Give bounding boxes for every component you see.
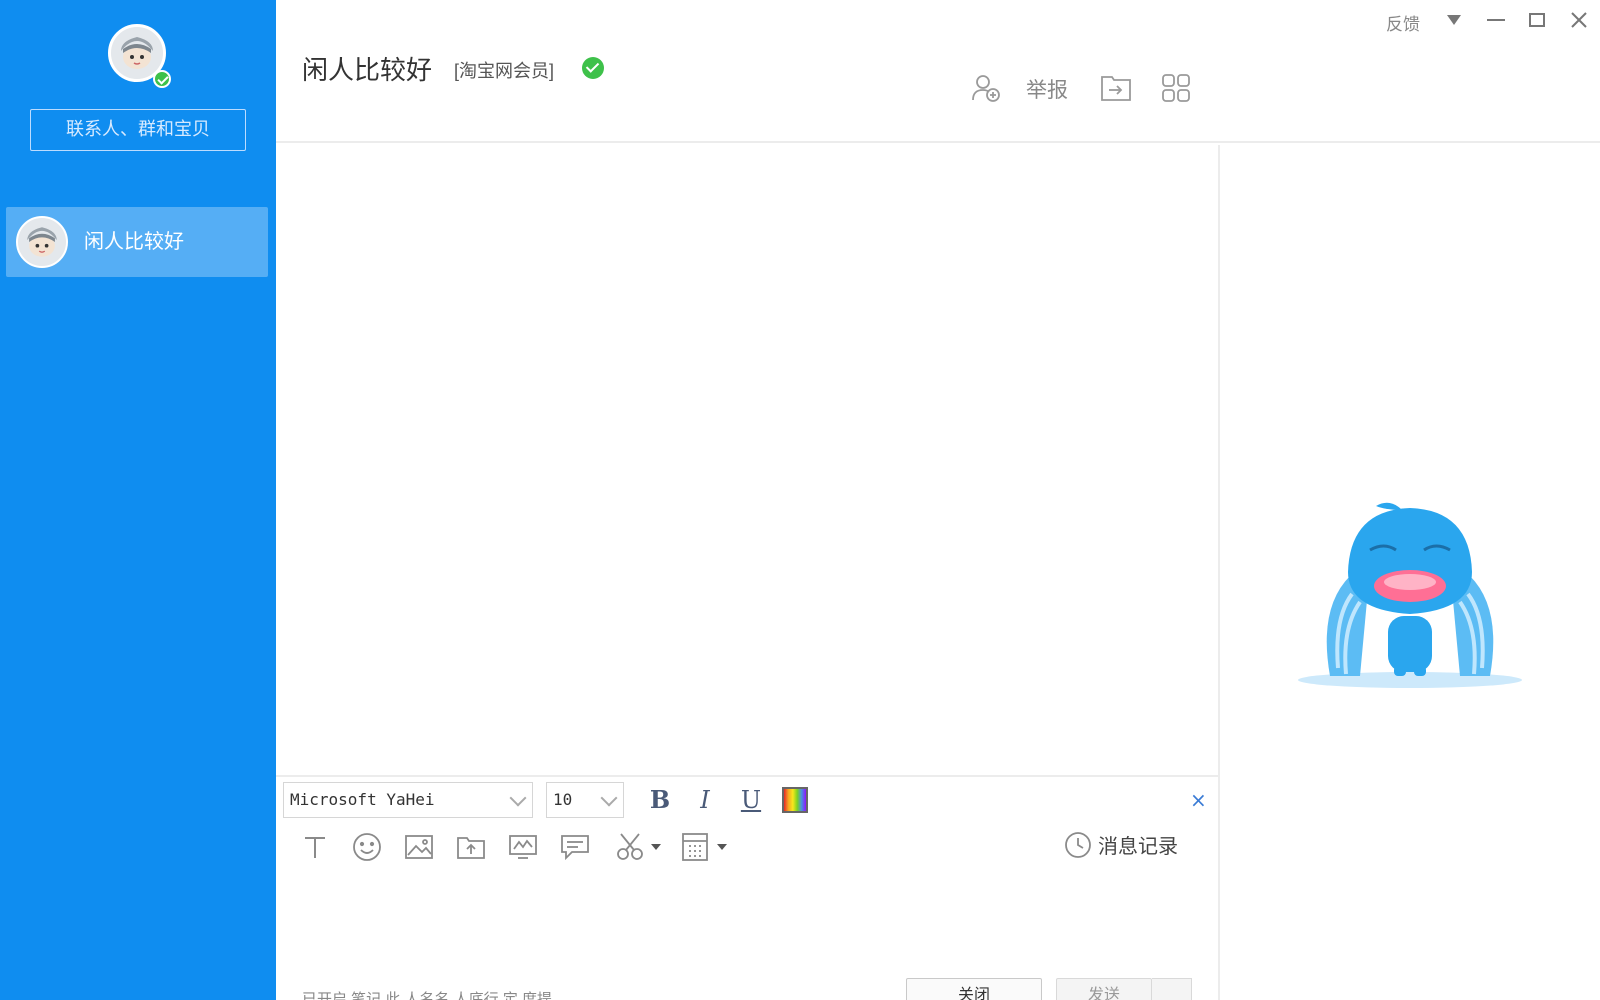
crying-mascot-image [1290, 498, 1530, 694]
italic-button[interactable]: I [690, 784, 720, 816]
scissors-icon[interactable] [612, 828, 668, 866]
calculator-icon[interactable] [678, 828, 734, 866]
emoji-icon[interactable] [348, 828, 386, 866]
underline-button[interactable]: U [736, 784, 766, 816]
image-icon[interactable] [400, 828, 438, 866]
font-color-button[interactable] [782, 787, 808, 813]
message-history-button[interactable]: 消息记录 [1064, 830, 1178, 859]
send-options-button[interactable] [1152, 978, 1192, 1000]
transfer-icon[interactable] [1098, 70, 1134, 106]
member-tag: [淘宝网会员] [454, 61, 555, 81]
font-size-value: 10 [553, 790, 573, 809]
comment-icon[interactable] [556, 828, 594, 866]
clock-icon [1065, 831, 1091, 858]
font-family-select[interactable]: Microsoft YaHei [283, 782, 533, 818]
text-format-icon[interactable] [296, 828, 334, 866]
screenshot-icon[interactable] [504, 828, 542, 866]
font-size-select[interactable]: 10 [546, 782, 624, 818]
close-format-toolbar-button[interactable]: × [1190, 788, 1207, 812]
message-area[interactable] [276, 145, 1219, 775]
sidebar: 联系人、群和宝贝 闲人比较好 [0, 0, 276, 1000]
message-history-label: 消息记录 [1098, 836, 1178, 858]
apps-grid-icon[interactable] [1158, 70, 1194, 106]
minimize-icon[interactable] [1484, 8, 1508, 32]
file-icon[interactable] [452, 828, 490, 866]
add-contact-icon[interactable] [968, 70, 1004, 106]
report-button[interactable]: 举报 [1026, 74, 1068, 104]
font-family-value: Microsoft YaHei [290, 790, 435, 809]
bold-button[interactable]: B [645, 784, 675, 816]
toolbar-divider [276, 775, 1219, 777]
dropdown-icon[interactable] [1442, 8, 1466, 32]
input-hint-text: 已开启 笔记 此 人名名 人底行 定 度提 [302, 991, 553, 1000]
verified-icon [582, 57, 604, 79]
chat-title: 闲人比较好 [302, 55, 433, 85]
online-status-icon [153, 70, 171, 88]
contact-avatar [16, 216, 68, 268]
message-input[interactable] [276, 880, 1219, 980]
feedback-link[interactable]: 反馈 [1386, 10, 1420, 35]
maximize-icon[interactable] [1525, 8, 1549, 32]
close-icon[interactable] [1567, 8, 1591, 32]
chevron-down-icon [600, 789, 618, 807]
contact-item[interactable]: 闲人比较好 [6, 207, 268, 277]
contact-name: 闲人比较好 [84, 231, 184, 253]
app-window: 联系人、群和宝贝 闲人比较好 闲人比较好 [淘宝网会员] 举报 反馈 Micro… [0, 0, 1600, 1000]
send-button[interactable]: 发送 [1056, 978, 1152, 1000]
chevron-down-icon [509, 789, 527, 807]
close-chat-button[interactable]: 关闭 [906, 978, 1042, 1000]
contact-search-input[interactable]: 联系人、群和宝贝 [30, 109, 246, 151]
